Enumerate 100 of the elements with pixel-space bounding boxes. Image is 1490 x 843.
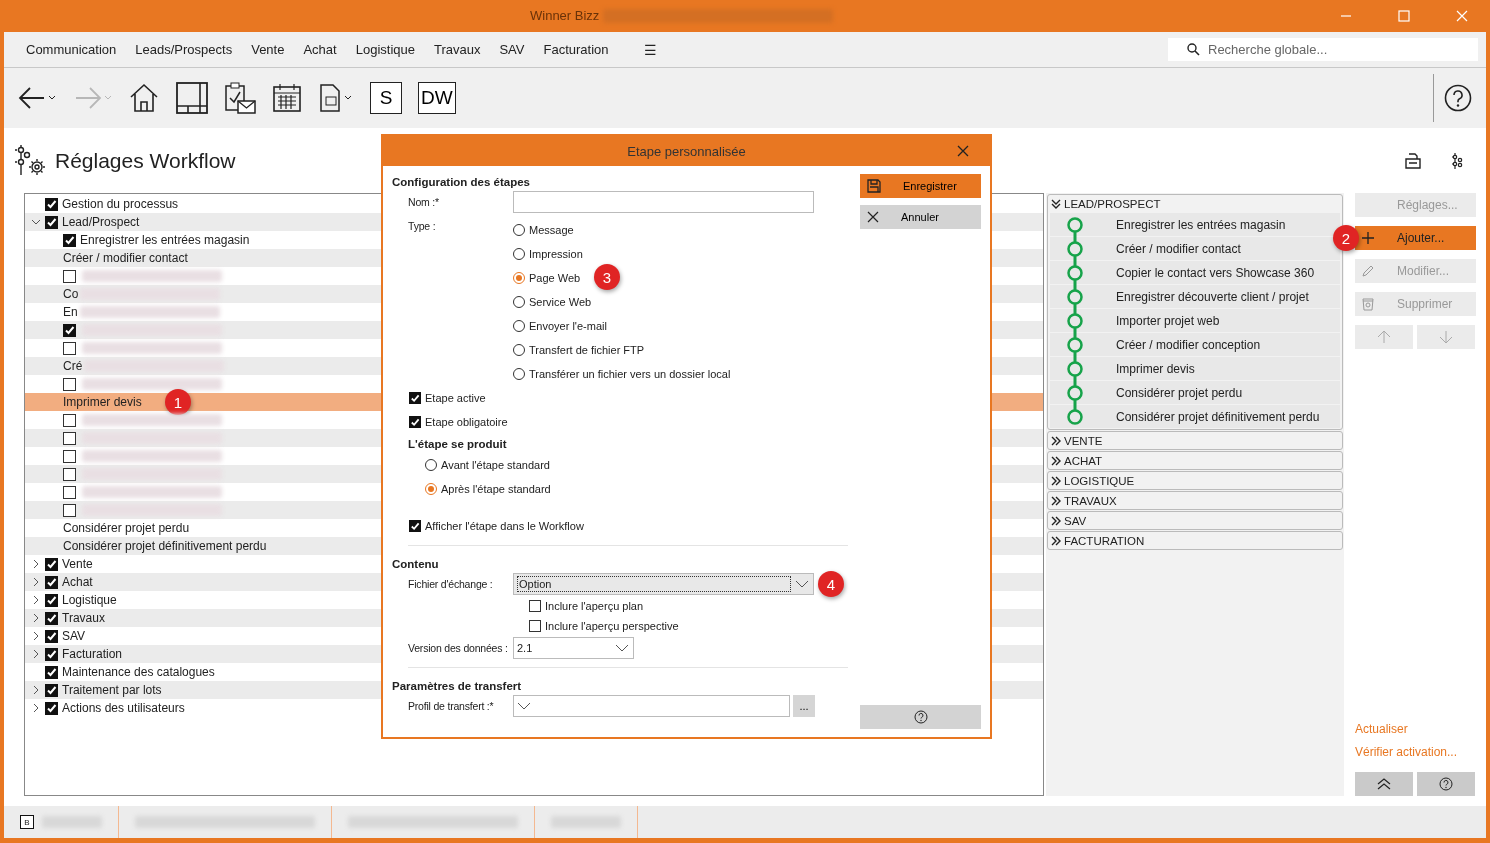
menu-item[interactable]: Facturation xyxy=(534,42,618,57)
group-header[interactable]: LOGISTIQUE xyxy=(1048,472,1342,489)
radio-button[interactable] xyxy=(513,248,525,260)
menu-item[interactable]: Leads/Prospects xyxy=(126,42,242,57)
radio-button[interactable] xyxy=(513,296,525,308)
tree-label[interactable]: Cré xyxy=(63,359,83,373)
menu-item[interactable]: Logistique xyxy=(346,42,424,57)
tree-label[interactable]: Maintenance des catalogues xyxy=(62,665,215,679)
checkbox[interactable] xyxy=(409,392,421,404)
workflow-step[interactable]: Créer / modifier contact xyxy=(1050,237,1340,260)
group-header[interactable]: ACHAT xyxy=(1048,452,1342,469)
tree-label[interactable]: En xyxy=(63,305,78,319)
checkbox[interactable] xyxy=(63,503,76,517)
checkbox[interactable] xyxy=(63,377,76,391)
checkbox[interactable] xyxy=(45,197,58,211)
menu-item[interactable]: Achat xyxy=(294,42,346,57)
close-icon[interactable] xyxy=(957,145,969,157)
workflow-step[interactable]: Créer / modifier conception xyxy=(1050,333,1340,356)
chevron-right-icon[interactable] xyxy=(31,577,41,587)
workflow-icon[interactable] xyxy=(1451,152,1463,169)
checkbox[interactable] xyxy=(63,413,76,427)
checkbox[interactable] xyxy=(409,416,421,428)
radio-button[interactable] xyxy=(425,483,437,495)
menu-item[interactable]: SAV xyxy=(490,42,534,57)
version-dropdown[interactable]: 2.1 xyxy=(513,637,634,659)
toolbar-button[interactable]: DW xyxy=(418,82,456,114)
help-icon[interactable] xyxy=(1444,84,1472,112)
action-button[interactable]: Ajouter... xyxy=(1355,226,1476,250)
calendar-icon[interactable] xyxy=(272,83,302,113)
document-icon[interactable] xyxy=(318,83,354,113)
tree-label[interactable]: Gestion du processus xyxy=(62,197,179,211)
chevron-right-icon[interactable] xyxy=(31,685,41,695)
tree-label[interactable]: Considérer projet perdu xyxy=(63,521,190,535)
clipboard-mail-icon[interactable] xyxy=(224,82,256,114)
group-header[interactable]: VENTE xyxy=(1048,432,1342,449)
tree-label[interactable]: Logistique xyxy=(62,593,117,607)
menu-item[interactable]: ☰ xyxy=(634,41,666,58)
tree-label[interactable]: Enregistrer les entrées magasin xyxy=(80,233,250,247)
collapse-button[interactable] xyxy=(1355,772,1413,796)
workflow-step[interactable]: Importer projet web xyxy=(1050,309,1340,332)
group-header[interactable]: TRAVAUX xyxy=(1048,492,1342,509)
workflow-step[interactable]: Considérer projet définitivement perdu xyxy=(1050,405,1340,428)
workflow-step[interactable]: Imprimer devis xyxy=(1050,357,1340,380)
checkbox[interactable] xyxy=(63,431,76,445)
checkbox[interactable] xyxy=(63,485,76,499)
tree-label[interactable]: SAV xyxy=(62,629,86,643)
tree-label[interactable]: Achat xyxy=(62,575,93,589)
chevron-right-icon[interactable] xyxy=(31,649,41,659)
checkbox[interactable] xyxy=(45,647,58,661)
checkbox[interactable] xyxy=(63,341,76,355)
tree-label[interactable]: Facturation xyxy=(62,647,123,661)
chevron-right-icon[interactable] xyxy=(31,631,41,641)
radio-button[interactable] xyxy=(513,224,525,236)
checkbox[interactable] xyxy=(63,323,76,337)
tree-label[interactable]: Travaux xyxy=(62,611,105,625)
help-button[interactable] xyxy=(1417,772,1475,796)
checkbox[interactable] xyxy=(63,467,76,481)
toolbar-button[interactable]: S xyxy=(370,82,402,114)
chevron-right-icon[interactable] xyxy=(31,559,41,569)
browse-button[interactable]: ... xyxy=(793,695,815,717)
tree-label[interactable]: Vente xyxy=(62,557,93,571)
checkbox[interactable] xyxy=(45,701,58,715)
save-button[interactable]: Enregistrer xyxy=(860,174,981,198)
checkbox[interactable] xyxy=(63,449,76,463)
chevron-down-icon[interactable] xyxy=(31,217,41,227)
group-header[interactable]: FACTURATION xyxy=(1048,532,1342,549)
group-header[interactable]: LEAD/PROSPECT xyxy=(1048,195,1342,212)
tree-label[interactable]: Créer / modifier contact xyxy=(63,251,188,265)
checkbox[interactable] xyxy=(45,683,58,697)
checkbox[interactable] xyxy=(63,269,76,283)
exchange-dropdown[interactable]: Option xyxy=(513,573,814,595)
checkbox[interactable] xyxy=(45,611,58,625)
menu-item[interactable]: Travaux xyxy=(424,42,490,57)
layout-icon[interactable] xyxy=(176,82,208,114)
checkbox[interactable] xyxy=(529,620,541,632)
tree-label[interactable]: Co xyxy=(63,287,79,301)
checkbox[interactable] xyxy=(45,593,58,607)
radio-button[interactable] xyxy=(513,272,525,284)
checkbox[interactable] xyxy=(409,520,421,532)
search-field[interactable]: Recherche globale... xyxy=(1168,38,1478,61)
group-header[interactable]: SAV xyxy=(1048,512,1342,529)
chevron-right-icon[interactable] xyxy=(31,703,41,713)
workflow-step[interactable]: Considérer projet perdu xyxy=(1050,381,1340,404)
name-field[interactable] xyxy=(513,191,814,213)
radio-button[interactable] xyxy=(513,320,525,332)
checkbox[interactable] xyxy=(45,557,58,571)
chevron-right-icon[interactable] xyxy=(31,595,41,605)
workflow-step[interactable]: Enregistrer découverte client / projet xyxy=(1050,285,1340,308)
tree-label[interactable]: Actions des utilisateurs xyxy=(62,701,185,715)
workflow-step[interactable]: Copier le contact vers Showcase 360 xyxy=(1050,261,1340,284)
radio-button[interactable] xyxy=(513,368,525,380)
checkbox[interactable] xyxy=(45,665,58,679)
tree-label[interactable]: Traitement par lots xyxy=(62,683,162,697)
radio-button[interactable] xyxy=(513,344,525,356)
tree-label[interactable]: Imprimer devis xyxy=(63,395,142,409)
checkbox[interactable] xyxy=(45,629,58,643)
checkbox[interactable] xyxy=(529,600,541,612)
checkbox[interactable] xyxy=(45,575,58,589)
home-icon[interactable] xyxy=(128,82,160,114)
chevron-right-icon[interactable] xyxy=(31,613,41,623)
